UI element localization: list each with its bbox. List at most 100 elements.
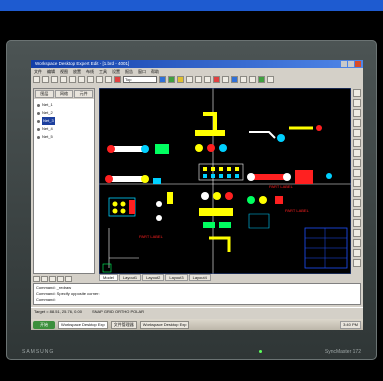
task-button[interactable]: 文件管理器 <box>110 320 137 329</box>
tool-icon[interactable] <box>353 179 361 187</box>
route-icon[interactable] <box>159 76 166 83</box>
tree-item-label: Net_1 <box>42 102 53 107</box>
snap-icon[interactable] <box>249 76 256 83</box>
tool-icon[interactable] <box>353 199 361 207</box>
print-icon[interactable] <box>60 76 67 83</box>
panel-tool-icon[interactable] <box>57 276 64 282</box>
tool-icon[interactable] <box>353 129 361 137</box>
measure-icon[interactable] <box>222 76 229 83</box>
tool-icon[interactable] <box>353 189 361 197</box>
paste-icon[interactable] <box>87 76 94 83</box>
pan-icon[interactable] <box>204 76 211 83</box>
menu-item[interactable]: 放置 <box>73 68 81 75</box>
panel-tool-icon[interactable] <box>41 276 48 282</box>
tool-icon[interactable] <box>353 229 361 237</box>
window-titlebar: Workspace Desktop Expert Edit - [1.brd -… <box>31 60 363 68</box>
panel-tool-icon[interactable] <box>33 276 40 282</box>
layout-tab[interactable]: Layout2 <box>142 274 165 281</box>
tree-item-label: Net_5 <box>42 134 53 139</box>
panel-bottom-toolbar <box>33 276 95 283</box>
menu-item[interactable]: 帮助 <box>151 68 159 75</box>
zoom-out-icon[interactable] <box>195 76 202 83</box>
via-icon[interactable] <box>168 76 175 83</box>
panel-tab[interactable]: 元件 <box>74 90 94 98</box>
cut-icon[interactable] <box>69 76 76 83</box>
minimize-icon[interactable] <box>341 61 347 67</box>
new-file-icon[interactable] <box>33 76 40 83</box>
layout-tab[interactable]: Layout4 <box>188 274 211 281</box>
menu-item[interactable]: 设置 <box>112 68 120 75</box>
top-color-band <box>0 0 383 11</box>
layer-select[interactable]: Top <box>123 76 157 83</box>
tool-icon[interactable] <box>353 159 361 167</box>
panel-tool-icon[interactable] <box>65 276 72 282</box>
monitor-screen: Workspace Desktop Expert Edit - [1.brd -… <box>31 60 363 330</box>
menu-item[interactable]: 窗口 <box>138 68 146 75</box>
tool-icon[interactable] <box>353 249 361 257</box>
tool-icon[interactable] <box>353 119 361 127</box>
task-button[interactable]: Workspace Desktop Exp <box>139 320 190 329</box>
menu-item[interactable]: 编辑 <box>47 68 55 75</box>
tool-icon[interactable] <box>353 259 361 267</box>
tool-icon[interactable] <box>353 149 361 157</box>
mode-toggles[interactable]: SNAP GRID ORTHO POLAR <box>92 308 144 315</box>
tree-item[interactable]: Net_2 <box>37 109 91 117</box>
status-bar: Target = 88.51, 25.76, 0.00 SNAP GRID OR… <box>31 307 363 315</box>
tool-icon[interactable] <box>353 169 361 177</box>
undo-icon[interactable] <box>96 76 103 83</box>
maximize-icon[interactable] <box>348 61 354 67</box>
layout-tab[interactable]: Model <box>99 274 118 281</box>
close-icon[interactable] <box>355 61 361 67</box>
window-title: Workspace Desktop Expert Edit - [1.brd -… <box>35 61 130 66</box>
save-icon[interactable] <box>51 76 58 83</box>
tool-icon[interactable] <box>353 99 361 107</box>
monitor-brand-left: SAMSUNG <box>22 349 55 355</box>
drc-icon[interactable] <box>213 76 220 83</box>
node-icon <box>37 135 40 139</box>
layout-tabs: Model Layout1 Layout2 Layout3 Layout4 <box>99 274 351 281</box>
net-tree: Net_1 Net_2 Net_3 Net_4 Net_5 <box>34 99 94 143</box>
command-line: Command: <box>36 297 56 302</box>
power-led-icon <box>259 350 262 353</box>
tree-item[interactable]: Net_4 <box>37 125 91 133</box>
tool-icon[interactable] <box>353 219 361 227</box>
layout-tab[interactable]: Layout3 <box>165 274 188 281</box>
monitor-brand-right: SyncMaster 172 <box>324 349 361 355</box>
pad-icon[interactable] <box>177 76 184 83</box>
command-window[interactable]: Command: _redraw Command: Specify opposi… <box>33 283 361 305</box>
zoom-in-icon[interactable] <box>186 76 193 83</box>
panel-tab[interactable]: 图层 <box>35 90 54 98</box>
tool-icon[interactable] <box>353 89 361 97</box>
pcb-label: PART LABEL <box>139 234 164 239</box>
menu-item[interactable]: 工具 <box>99 68 107 75</box>
task-button[interactable]: Workspace Desktop Exp <box>58 320 108 329</box>
project-panel: 图层 网络 元件 Net_1 Net_2 Net_3 Net_4 Net_5 <box>33 88 95 274</box>
menu-item[interactable]: 布线 <box>86 68 94 75</box>
highlight-icon[interactable] <box>231 76 238 83</box>
tool-icon[interactable] <box>353 239 361 247</box>
node-icon <box>37 119 40 123</box>
layer-color-icon[interactable] <box>114 76 121 83</box>
menu-item[interactable]: 报告 <box>125 68 133 75</box>
tree-item[interactable]: Net_1 <box>37 101 91 109</box>
copy-icon[interactable] <box>78 76 85 83</box>
refresh-icon[interactable] <box>258 76 265 83</box>
tree-item[interactable]: Net_5 <box>37 133 91 141</box>
pcb-canvas[interactable]: PART LABEL PART LABEL PART LABEL <box>99 88 351 274</box>
grid-icon[interactable] <box>240 76 247 83</box>
menu-item[interactable]: 视图 <box>60 68 68 75</box>
menu-item[interactable]: 文件 <box>34 68 42 75</box>
tool-icon[interactable] <box>353 209 361 217</box>
layout-tab[interactable]: Layout1 <box>118 274 142 281</box>
redo-icon[interactable] <box>105 76 112 83</box>
panel-tool-icon[interactable] <box>49 276 56 282</box>
panel-tab[interactable]: 网络 <box>54 90 74 98</box>
start-button[interactable]: 开始 <box>33 320 55 329</box>
tool-icon[interactable] <box>353 139 361 147</box>
properties-icon[interactable] <box>267 76 274 83</box>
tree-item-selected[interactable]: Net_3 <box>37 117 91 125</box>
tool-icon[interactable] <box>353 109 361 117</box>
open-file-icon[interactable] <box>42 76 49 83</box>
tree-item-label: Net_4 <box>42 126 53 131</box>
tree-item-label: Net_3 <box>42 117 55 125</box>
